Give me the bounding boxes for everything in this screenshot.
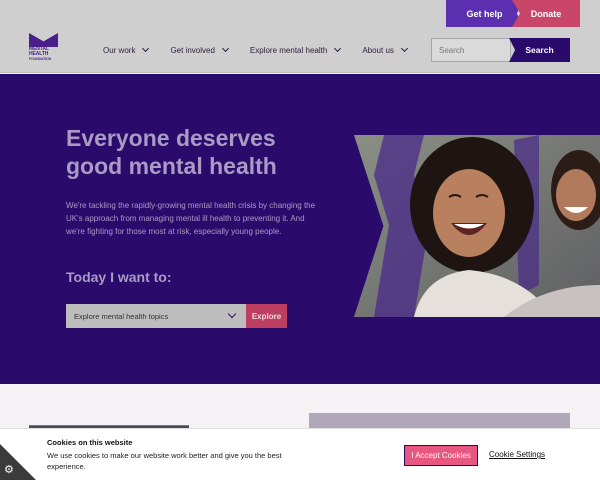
cookie-text: We use cookies to make our website work … — [47, 451, 282, 471]
main-nav: Our work Get involved Explore mental hea… — [103, 27, 429, 73]
today-i-want-label: Today I want to: — [66, 269, 172, 285]
explore-button[interactable]: Explore — [246, 304, 287, 328]
topic-select[interactable]: Explore mental health topics — [66, 304, 246, 328]
nav-item-label: Get involved — [170, 45, 215, 55]
site-header: MENTAL HEALTH FOUNDATION Our work Get in… — [0, 27, 600, 73]
logo-word-3: FOUNDATION — [29, 57, 52, 61]
nav-item-label: Explore mental health — [249, 45, 328, 55]
nav-item-label: Our work — [103, 45, 136, 55]
get-help-button[interactable]: Get help — [446, 0, 523, 27]
cookie-settings-link[interactable]: Cookie Settings — [489, 450, 545, 459]
mental-health-foundation-logo[interactable]: MENTAL HEALTH FOUNDATION — [29, 33, 60, 69]
search-input[interactable] — [431, 38, 511, 62]
chevron-down-icon — [142, 44, 150, 53]
topic-select-value: Explore mental health topics — [74, 311, 169, 321]
accept-cookies-button[interactable]: I Accept Cookies — [404, 445, 478, 466]
cookie-title: Cookies on this website — [47, 438, 133, 447]
hero-lead: We're tackling the rapidly-growing menta… — [66, 201, 316, 236]
nav-item-label: About us — [362, 45, 394, 55]
chevron-down-icon — [221, 44, 229, 53]
search-button[interactable]: Search — [509, 38, 570, 62]
hero-wave-edge — [0, 372, 600, 380]
hero-title: Everyone deserves good mental health — [66, 125, 277, 179]
nav-item-explore-mental-health[interactable]: Explore mental health — [249, 44, 342, 55]
nav-item-about-us[interactable]: About us — [362, 44, 408, 55]
cookie-banner: Cookies on this website We use cookies t… — [0, 428, 600, 480]
logo-mark — [29, 33, 58, 47]
donate-button[interactable]: Donate — [512, 0, 580, 27]
chevron-down-icon — [400, 44, 408, 53]
chevron-down-icon — [227, 309, 237, 319]
chevron-down-icon — [334, 44, 342, 53]
gear-icon: ⚙ — [4, 464, 14, 476]
nav-item-our-work[interactable]: Our work — [103, 44, 150, 55]
hero-photo — [354, 135, 600, 317]
hero-section: Everyone deserves good mental health We'… — [0, 74, 600, 384]
hero-photo-image — [354, 135, 600, 317]
nav-item-get-involved[interactable]: Get involved — [170, 44, 229, 55]
